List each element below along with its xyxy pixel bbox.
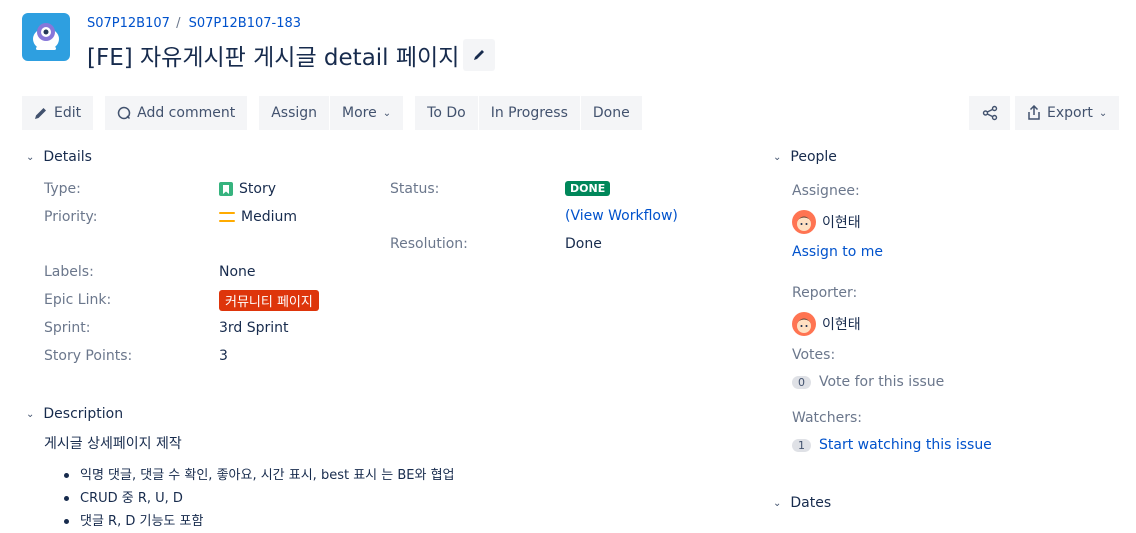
breadcrumb-issue-link[interactable]: S07P12B107-183 [189, 16, 301, 31]
description-intro: 게시글 상세페이지 제작 [44, 436, 182, 452]
project-avatar[interactable] [22, 13, 70, 61]
people-section-toggle[interactable]: ⌄ People [773, 149, 837, 165]
watchers-label: Watchers: [792, 410, 862, 426]
description-section-toggle[interactable]: ⌄ Description [26, 406, 123, 422]
toolbar-right: Export ⌄ [969, 96, 1121, 130]
sprint-value[interactable]: 3rd Sprint [219, 320, 289, 336]
votes-count-badge: 0 [792, 375, 811, 389]
resolution-label: Resolution: [390, 236, 468, 252]
share-icon [982, 105, 997, 121]
description-list: 익명 댓글, 댓글 수 확인, 좋아요, 시간 표시, best 표시 는 BE… [60, 464, 455, 533]
avatar [792, 210, 816, 234]
sprint-label: Sprint: [44, 320, 91, 336]
description-heading: Description [43, 406, 124, 422]
status-label: Status: [390, 181, 440, 197]
breadcrumb-separator: / [176, 16, 181, 31]
avatar [792, 312, 816, 336]
priority-value-text: Medium [241, 209, 297, 225]
start-watching-link[interactable]: Start watching this issue [819, 437, 992, 453]
more-button[interactable]: More ⌄ [330, 96, 405, 130]
chevron-down-icon: ⌄ [773, 151, 782, 163]
edit-button-label: Edit [54, 105, 82, 121]
epic-link-label: Epic Link: [44, 292, 112, 308]
view-workflow-link[interactable]: (View Workflow) [565, 208, 678, 224]
pencil-icon [35, 108, 46, 119]
watch-row[interactable]: 1 Start watching this issue [792, 437, 992, 453]
priority-value: Medium [219, 209, 297, 225]
dates-heading: Dates [790, 495, 832, 511]
people-heading: People [790, 149, 837, 165]
list-item: 익명 댓글, 댓글 수 확인, 좋아요, 시간 표시, best 표시 는 BE… [60, 464, 455, 487]
story-icon [219, 182, 233, 196]
breadcrumb-project-link[interactable]: S07P12B107 [87, 16, 170, 31]
reporter-label: Reporter: [792, 285, 858, 301]
page-title[interactable]: [FE] 자유게시판 게시글 detail 페이지 [87, 38, 459, 72]
assign-button[interactable]: Assign [259, 96, 331, 130]
edit-button[interactable]: Edit [22, 96, 95, 130]
assign-label: Assign [271, 105, 318, 121]
add-comment-button[interactable]: Add comment [105, 96, 249, 130]
assignee-label: Assignee: [792, 183, 860, 199]
in-progress-label: In Progress [490, 105, 568, 121]
dates-section-toggle[interactable]: ⌄ Dates [773, 495, 831, 511]
story-points-value: 3 [219, 348, 228, 364]
status-value: DONE [565, 181, 611, 196]
resolution-value: Done [565, 236, 602, 252]
todo-button[interactable]: To Do [415, 96, 479, 130]
export-label: Export [1047, 105, 1093, 121]
story-points-label: Story Points: [44, 348, 133, 364]
assign-to-me-link[interactable]: Assign to me [792, 244, 883, 260]
more-label: More [342, 105, 377, 121]
reporter-name: 이현태 [822, 317, 861, 333]
type-label: Type: [44, 181, 81, 197]
reporter-user[interactable]: 이현태 [792, 312, 861, 336]
chevron-down-icon: ⌄ [773, 497, 782, 509]
vote-for-issue-text: Vote for this issue [819, 374, 945, 390]
chevron-down-icon: ⌄ [1098, 107, 1108, 119]
status-badge: DONE [565, 181, 611, 196]
epic-link-badge[interactable]: 커뮤니티 페이지 [219, 290, 319, 311]
list-item: CRUD 중 R, U, D [60, 487, 455, 510]
project-robot-icon [33, 23, 59, 50]
add-comment-label: Add comment [137, 105, 236, 121]
labels-value: None [219, 264, 256, 280]
priority-label: Priority: [44, 209, 98, 225]
details-heading: Details [43, 149, 92, 165]
medium-priority-icon [219, 212, 235, 222]
export-button[interactable]: Export ⌄ [1015, 96, 1121, 130]
assignee-name: 이현태 [822, 215, 861, 231]
type-value: Story [219, 181, 276, 197]
share-button[interactable] [969, 96, 1011, 130]
chevron-down-icon: ⌄ [26, 408, 35, 420]
details-section-toggle[interactable]: ⌄ Details [26, 149, 92, 165]
vote-row[interactable]: 0 Vote for this issue [792, 374, 944, 390]
issue-title-container: [FE] 자유게시판 게시글 detail 페이지 [87, 38, 496, 72]
description-list-container: 익명 댓글, 댓글 수 확인, 좋아요, 시간 표시, best 표시 는 BE… [60, 464, 455, 533]
export-icon [1028, 105, 1040, 120]
labels-label: Labels: [44, 264, 94, 280]
epic-link-value: 커뮤니티 페이지 [219, 290, 319, 311]
votes-label: Votes: [792, 347, 836, 363]
comment-icon [117, 106, 131, 120]
done-label: Done [592, 105, 630, 121]
type-value-text: Story [239, 181, 276, 197]
todo-label: To Do [427, 105, 466, 121]
watchers-count-badge: 1 [792, 438, 811, 452]
title-edit-pencil-icon[interactable] [463, 39, 496, 71]
in-progress-button[interactable]: In Progress [478, 96, 581, 130]
assignee-user[interactable]: 이현태 [792, 210, 861, 234]
done-button[interactable]: Done [580, 96, 643, 130]
chevron-down-icon: ⌄ [382, 107, 392, 119]
breadcrumb: S07P12B107 / S07P12B107-183 [87, 16, 301, 31]
chevron-down-icon: ⌄ [26, 151, 35, 163]
toolbar-left: Edit Add comment Assign More ⌄ To Do In … [22, 96, 643, 130]
